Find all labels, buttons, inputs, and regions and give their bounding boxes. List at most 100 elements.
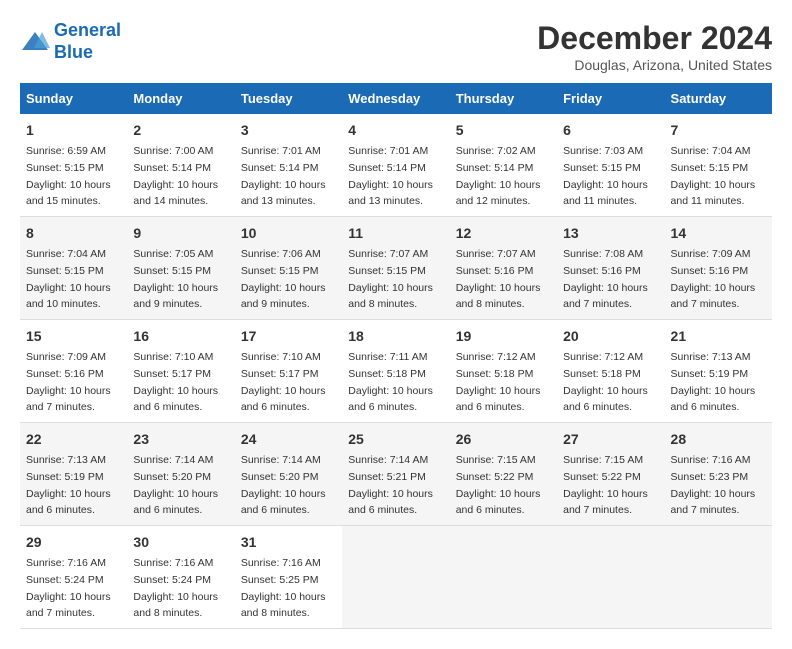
header-thursday: Thursday [450, 83, 557, 114]
day-info: Sunrise: 7:11 AMSunset: 5:18 PMDaylight:… [348, 351, 433, 413]
day-number: 4 [348, 120, 443, 141]
header-tuesday: Tuesday [235, 83, 342, 114]
calendar-cell: 4 Sunrise: 7:01 AMSunset: 5:14 PMDaylight… [342, 114, 449, 217]
calendar-cell [342, 526, 449, 629]
calendar-week-1: 1Sunrise: 6:59 AMSunset: 5:15 PMDaylight… [20, 114, 772, 217]
day-info: Sunrise: 7:15 AMSunset: 5:22 PMDaylight:… [563, 454, 648, 516]
day-number: 9 [133, 223, 228, 244]
calendar-cell: 9 Sunrise: 7:05 AMSunset: 5:15 PMDaylight… [127, 217, 234, 320]
day-info: Sunrise: 7:16 AMSunset: 5:24 PMDaylight:… [133, 557, 218, 619]
day-info: Sunrise: 7:13 AMSunset: 5:19 PMDaylight:… [26, 454, 111, 516]
calendar-cell: 30 Sunrise: 7:16 AMSunset: 5:24 PMDayligh… [127, 526, 234, 629]
day-number: 23 [133, 429, 228, 450]
day-info: Sunrise: 7:14 AMSunset: 5:21 PMDaylight:… [348, 454, 433, 516]
day-info: Sunrise: 7:04 AMSunset: 5:15 PMDaylight:… [671, 145, 756, 207]
calendar-week-4: 22 Sunrise: 7:13 AMSunset: 5:19 PMDayligh… [20, 423, 772, 526]
day-info: Sunrise: 7:02 AMSunset: 5:14 PMDaylight:… [456, 145, 541, 207]
calendar-cell: 5 Sunrise: 7:02 AMSunset: 5:14 PMDaylight… [450, 114, 557, 217]
calendar-cell: 20 Sunrise: 7:12 AMSunset: 5:18 PMDayligh… [557, 320, 664, 423]
calendar-cell: 6 Sunrise: 7:03 AMSunset: 5:15 PMDaylight… [557, 114, 664, 217]
day-info: Sunrise: 7:10 AMSunset: 5:17 PMDaylight:… [241, 351, 326, 413]
calendar-cell: 31Sunrise: 7:16 AMSunset: 5:25 PMDayligh… [235, 526, 342, 629]
calendar-table: Sunday Monday Tuesday Wednesday Thursday… [20, 83, 772, 629]
day-info: Sunrise: 7:07 AMSunset: 5:16 PMDaylight:… [456, 248, 541, 310]
header-monday: Monday [127, 83, 234, 114]
day-number: 5 [456, 120, 551, 141]
day-info: Sunrise: 7:15 AMSunset: 5:22 PMDaylight:… [456, 454, 541, 516]
day-info: Sunrise: 7:14 AMSunset: 5:20 PMDaylight:… [133, 454, 218, 516]
page-container: General Blue December 2024 Douglas, Ariz… [20, 20, 772, 629]
day-number: 20 [563, 326, 658, 347]
title-block: December 2024 Douglas, Arizona, United S… [537, 20, 772, 73]
calendar-cell: 12 Sunrise: 7:07 AMSunset: 5:16 PMDayligh… [450, 217, 557, 320]
day-number: 16 [133, 326, 228, 347]
calendar-cell: 23 Sunrise: 7:14 AMSunset: 5:20 PMDayligh… [127, 423, 234, 526]
calendar-cell: 29Sunrise: 7:16 AMSunset: 5:24 PMDayligh… [20, 526, 127, 629]
day-info: Sunrise: 7:07 AMSunset: 5:15 PMDaylight:… [348, 248, 433, 310]
day-number: 15 [26, 326, 121, 347]
day-info: Sunrise: 7:08 AMSunset: 5:16 PMDaylight:… [563, 248, 648, 310]
day-number: 22 [26, 429, 121, 450]
header-saturday: Saturday [665, 83, 772, 114]
day-info: Sunrise: 7:12 AMSunset: 5:18 PMDaylight:… [563, 351, 648, 413]
day-info: Sunrise: 7:05 AMSunset: 5:15 PMDaylight:… [133, 248, 218, 310]
day-number: 26 [456, 429, 551, 450]
logo-general: General [54, 20, 121, 40]
calendar-cell: 14 Sunrise: 7:09 AMSunset: 5:16 PMDayligh… [665, 217, 772, 320]
day-number: 18 [348, 326, 443, 347]
calendar-cell: 11 Sunrise: 7:07 AMSunset: 5:15 PMDayligh… [342, 217, 449, 320]
day-number: 11 [348, 223, 443, 244]
day-info: Sunrise: 7:13 AMSunset: 5:19 PMDaylight:… [671, 351, 756, 413]
calendar-cell: 21Sunrise: 7:13 AMSunset: 5:19 PMDayligh… [665, 320, 772, 423]
calendar-week-2: 8Sunrise: 7:04 AMSunset: 5:15 PMDaylight… [20, 217, 772, 320]
calendar-cell: 27 Sunrise: 7:15 AMSunset: 5:22 PMDayligh… [557, 423, 664, 526]
logo: General Blue [20, 20, 121, 63]
day-number: 2 [133, 120, 228, 141]
header-wednesday: Wednesday [342, 83, 449, 114]
calendar-cell: 17Sunrise: 7:10 AMSunset: 5:17 PMDayligh… [235, 320, 342, 423]
day-info: Sunrise: 7:16 AMSunset: 5:23 PMDaylight:… [671, 454, 756, 516]
calendar-cell [665, 526, 772, 629]
day-number: 14 [671, 223, 766, 244]
month-title: December 2024 [537, 20, 772, 57]
calendar-week-5: 29Sunrise: 7:16 AMSunset: 5:24 PMDayligh… [20, 526, 772, 629]
day-number: 6 [563, 120, 658, 141]
day-number: 24 [241, 429, 336, 450]
day-info: Sunrise: 7:09 AMSunset: 5:16 PMDaylight:… [671, 248, 756, 310]
calendar-cell: 25Sunrise: 7:14 AMSunset: 5:21 PMDayligh… [342, 423, 449, 526]
day-info: Sunrise: 7:01 AMSunset: 5:14 PMDaylight:… [348, 145, 433, 207]
day-info: Sunrise: 7:00 AMSunset: 5:14 PMDaylight:… [133, 145, 218, 207]
day-number: 27 [563, 429, 658, 450]
calendar-week-3: 15 Sunrise: 7:09 AMSunset: 5:16 PMDayligh… [20, 320, 772, 423]
calendar-cell: 18 Sunrise: 7:11 AMSunset: 5:18 PMDayligh… [342, 320, 449, 423]
day-info: Sunrise: 7:03 AMSunset: 5:15 PMDaylight:… [563, 145, 648, 207]
calendar-cell: 3 Sunrise: 7:01 AMSunset: 5:14 PMDaylight… [235, 114, 342, 217]
logo-text: General Blue [54, 20, 121, 63]
day-number: 8 [26, 223, 121, 244]
calendar-cell: 13 Sunrise: 7:08 AMSunset: 5:16 PMDayligh… [557, 217, 664, 320]
day-number: 12 [456, 223, 551, 244]
calendar-cell: 10Sunrise: 7:06 AMSunset: 5:15 PMDayligh… [235, 217, 342, 320]
day-number: 13 [563, 223, 658, 244]
day-number: 28 [671, 429, 766, 450]
day-info: Sunrise: 7:16 AMSunset: 5:24 PMDaylight:… [26, 557, 111, 619]
day-info: Sunrise: 7:01 AMSunset: 5:14 PMDaylight:… [241, 145, 326, 207]
calendar-cell: 19Sunrise: 7:12 AMSunset: 5:18 PMDayligh… [450, 320, 557, 423]
calendar-cell: 8Sunrise: 7:04 AMSunset: 5:15 PMDaylight… [20, 217, 127, 320]
day-number: 3 [241, 120, 336, 141]
calendar-cell: 22 Sunrise: 7:13 AMSunset: 5:19 PMDayligh… [20, 423, 127, 526]
logo-blue: Blue [54, 42, 121, 64]
day-number: 19 [456, 326, 551, 347]
day-info: Sunrise: 7:14 AMSunset: 5:20 PMDaylight:… [241, 454, 326, 516]
day-number: 10 [241, 223, 336, 244]
page-header: General Blue December 2024 Douglas, Ariz… [20, 20, 772, 73]
weekday-header-row: Sunday Monday Tuesday Wednesday Thursday… [20, 83, 772, 114]
day-info: Sunrise: 6:59 AMSunset: 5:15 PMDaylight:… [26, 145, 111, 207]
day-number: 30 [133, 532, 228, 553]
calendar-cell [450, 526, 557, 629]
calendar-cell: 15 Sunrise: 7:09 AMSunset: 5:16 PMDayligh… [20, 320, 127, 423]
day-info: Sunrise: 7:09 AMSunset: 5:16 PMDaylight:… [26, 351, 111, 413]
logo-icon [20, 30, 50, 54]
calendar-cell: 2 Sunrise: 7:00 AMSunset: 5:14 PMDaylight… [127, 114, 234, 217]
day-number: 31 [241, 532, 336, 553]
